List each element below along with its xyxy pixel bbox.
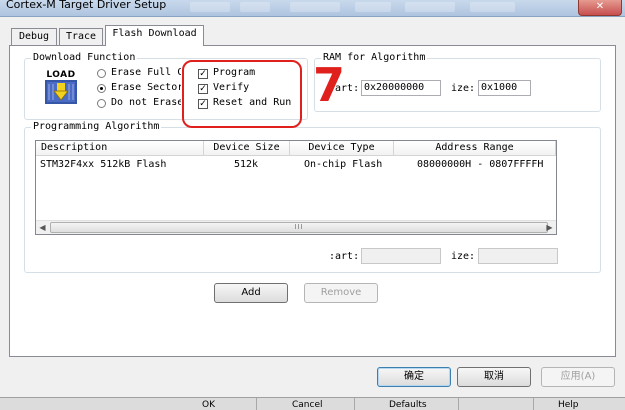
background-cancel-button[interactable]: Cancel [292,400,323,410]
background-defaults-button[interactable]: Defaults [389,400,427,410]
load-icon-label: LOAD [46,70,76,80]
row-device-size: 512k [234,159,259,170]
cancel-button[interactable]: 取消 [457,367,531,387]
target-driver-setup-window: Cortex-M Target Driver Setup ✕ Debug Tra… [0,0,625,410]
horizontal-scrollbar[interactable]: ◀ III ▶ [36,220,556,234]
strip-separator [256,398,257,410]
algorithm-table[interactable]: Description Device Size Device Type Addr… [35,140,557,235]
window-title: Cortex-M Target Driver Setup [6,0,167,11]
annotation-highlight-box [182,60,302,128]
annotation-number: 7 [313,58,346,112]
ram-start-field[interactable]: 0x20000000 [361,80,441,96]
background-ok-button[interactable]: OK [202,400,215,410]
background-menu-ghost [240,2,270,12]
remove-button[interactable]: Remove [304,283,378,303]
row-device-type: On-chip Flash [304,159,383,170]
background-help-button[interactable]: Help [558,400,579,410]
column-header-description[interactable]: Description [36,141,204,156]
tab-debug[interactable]: Debug [11,28,57,45]
close-icon: ✕ [595,1,605,12]
background-menu-ghost [405,2,455,12]
tab-flash-download[interactable]: Flash Download [105,25,204,46]
apply-button[interactable]: 应用(A) [541,367,615,387]
programming-algorithm-label: Programming Algorithm [31,120,162,134]
ram-size-label: ize: [451,83,476,94]
background-button-strip: OK Cancel Defaults Help [0,397,625,410]
background-menu-ghost [190,2,230,12]
column-header-device-size[interactable]: Device Size [204,141,290,156]
erase-sectors-label[interactable]: Erase Sector [111,82,181,94]
scroll-left-icon[interactable]: ◀ [36,222,49,234]
background-menu-ghost [290,2,340,12]
close-button[interactable]: ✕ [578,0,622,16]
load-icon: LOAD [43,70,79,106]
algorithm-start-label: :art: [329,251,360,262]
scroll-right-icon[interactable]: ▶ [543,222,556,234]
column-header-device-type[interactable]: Device Type [290,141,394,156]
erase-sectors-radio[interactable] [97,84,106,93]
background-menu-ghost [355,2,391,12]
row-address-range: 08000000H - 0807FFFFH [417,159,544,170]
do-not-erase-radio[interactable] [97,99,106,108]
algorithm-size-label: ize: [451,251,476,262]
erase-full-chip-radio[interactable] [97,69,106,78]
add-button[interactable]: Add [214,283,288,303]
row-description: STM32F4xx 512kB Flash [40,159,167,170]
algorithm-start-field[interactable] [361,248,441,264]
erase-full-chip-label[interactable]: Erase Full C [111,67,181,79]
column-header-address-range[interactable]: Address Range [394,141,556,156]
background-menu-ghost [470,2,515,12]
algorithm-size-field[interactable] [478,248,558,264]
scroll-thumb[interactable]: III [50,222,548,233]
ram-size-field[interactable]: 0x1000 [478,80,531,96]
strip-separator [533,398,534,410]
strip-separator [458,398,459,410]
strip-separator [354,398,355,410]
title-bar[interactable]: Cortex-M Target Driver Setup ✕ [0,0,625,17]
download-function-label: Download Function [31,51,138,65]
ok-button[interactable]: 确定 [377,367,451,387]
tab-trace[interactable]: Trace [59,28,103,45]
do-not-erase-label[interactable]: Do not Erase [111,97,181,109]
